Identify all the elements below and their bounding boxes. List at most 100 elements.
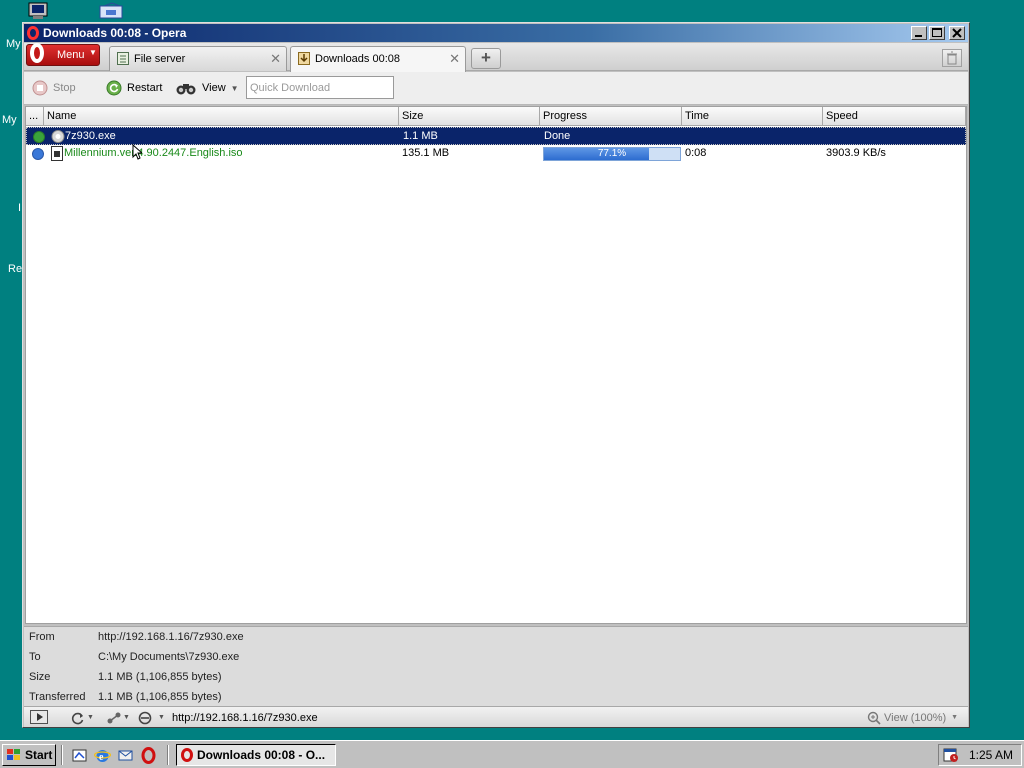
column-header-status[interactable]: ... xyxy=(26,107,44,126)
my-computer-icon[interactable] xyxy=(27,2,49,20)
chevron-down-icon: ▼ xyxy=(230,83,239,93)
trash-icon xyxy=(947,51,957,65)
svg-text:e: e xyxy=(99,752,104,763)
tab-downloads[interactable]: Downloads 00:08 ✕ xyxy=(290,46,466,72)
mouse-cursor-icon xyxy=(132,144,142,160)
minimize-button[interactable] xyxy=(911,26,927,40)
zoom-icon xyxy=(867,711,881,725)
maximize-button[interactable] xyxy=(929,26,945,40)
restart-button[interactable]: Restart xyxy=(106,79,162,97)
view-button[interactable]: View ▼ xyxy=(175,79,239,97)
opera-window: Downloads 00:08 - Opera Menu ▼ File serv… xyxy=(22,22,970,728)
binoculars-icon xyxy=(175,80,197,96)
taskbar-separator xyxy=(167,745,169,765)
task-label: Downloads 00:08 - O... xyxy=(197,748,326,762)
detail-from-value[interactable]: http://192.168.1.16/7z930.exe xyxy=(98,631,244,643)
row-size: 1.1 MB xyxy=(403,130,438,142)
network-icon xyxy=(107,712,121,723)
tab-close-icon[interactable]: ✕ xyxy=(449,51,460,67)
column-header-size[interactable]: Size xyxy=(399,107,540,126)
windows-logo-icon xyxy=(7,749,20,760)
block-button[interactable]: ▼ xyxy=(138,710,165,725)
exe-file-icon xyxy=(51,130,65,143)
progress-bar: 77.1% xyxy=(543,147,681,161)
tab-label: File server xyxy=(134,53,186,65)
opera-menu-button[interactable]: Menu ▼ xyxy=(26,43,100,66)
table-row[interactable]: Millennium.ver.4.90.2447.English.iso 135… xyxy=(26,145,966,163)
taskbar-opera-task[interactable]: Downloads 00:08 - O... xyxy=(176,744,336,766)
column-header-progress[interactable]: Progress xyxy=(540,107,682,126)
detail-size-value: 1.1 MB (1,106,855 bytes) xyxy=(98,671,222,683)
list-header: ... Name Size Progress Time Speed xyxy=(26,107,966,126)
taskbar-separator xyxy=(61,745,63,765)
close-button[interactable] xyxy=(949,26,965,40)
stop-icon xyxy=(32,80,48,96)
status-url: http://192.168.1.16/7z930.exe xyxy=(172,711,318,724)
opera-task-icon xyxy=(181,748,193,762)
trash-button[interactable] xyxy=(942,49,962,67)
chevron-down-icon: ▼ xyxy=(89,48,97,57)
restart-icon xyxy=(106,80,122,96)
page-icon xyxy=(117,52,129,65)
row-time: 0:08 xyxy=(685,147,707,159)
chevron-down-icon: ▼ xyxy=(123,714,130,721)
download-list[interactable]: ... Name Size Progress Time Speed 7z930.… xyxy=(25,106,967,624)
chevron-down-icon: ▼ xyxy=(87,714,94,721)
detail-size-label: Size xyxy=(29,671,51,683)
refresh-icon xyxy=(71,712,84,724)
table-row[interactable]: 7z930.exe 1.1 MB Done xyxy=(26,127,966,145)
column-header-time[interactable]: Time xyxy=(682,107,823,126)
window-title: Downloads 00:08 - Opera xyxy=(43,26,187,40)
opera-logo-icon xyxy=(27,26,39,40)
stop-button[interactable]: Stop xyxy=(32,79,76,97)
detail-transferred-label: Transferred xyxy=(29,691,86,703)
progress-text: 77.1% xyxy=(597,148,627,159)
show-desktop-icon[interactable] xyxy=(71,747,88,764)
panel-toggle-button[interactable] xyxy=(30,710,48,724)
scheduler-tray-icon[interactable] xyxy=(943,747,959,763)
clock[interactable]: 1:25 AM xyxy=(969,748,1013,762)
desktop-label-ie: I xyxy=(18,202,22,214)
row-name: 7z930.exe xyxy=(65,130,116,142)
detail-to-value[interactable]: C:\My Documents\7z930.exe xyxy=(98,651,239,663)
turbo-button[interactable]: ▼ xyxy=(106,710,130,725)
stop-label: Stop xyxy=(53,82,76,94)
desktop-label-my-documents: My xyxy=(2,114,17,126)
internet-explorer-icon[interactable]: e xyxy=(94,747,111,764)
network-icon[interactable] xyxy=(98,2,126,20)
done-check-icon xyxy=(33,131,45,143)
chevron-down-icon: ▼ xyxy=(158,714,165,721)
status-bar: ▼ ▼ ▼ http://192.168.1.16/7z930.exe View… xyxy=(24,706,968,727)
taskbar: Start e Downloads 00:08 - O... 1:25 AM xyxy=(0,740,1024,768)
play-icon xyxy=(37,713,43,721)
new-tab-button[interactable]: + xyxy=(471,48,501,69)
menu-label: Menu xyxy=(57,49,85,61)
title-bar[interactable]: Downloads 00:08 - Opera xyxy=(24,24,968,42)
details-panel: From http://192.168.1.16/7z930.exe To C:… xyxy=(24,626,968,706)
start-label: Start xyxy=(25,748,53,762)
start-button[interactable]: Start xyxy=(2,744,56,766)
tab-bar: Menu ▼ File server ✕ Downloads 00:08 ✕ + xyxy=(24,43,968,72)
outlook-express-icon[interactable] xyxy=(117,747,134,764)
row-progress-text: Done xyxy=(544,130,571,142)
zoom-control[interactable]: View (100%) ▼ xyxy=(867,710,958,725)
opera-menu-icon xyxy=(30,43,44,63)
fast-forward-button[interactable]: ▼ xyxy=(70,710,94,725)
chevron-down-icon: ▼ xyxy=(951,714,959,721)
quick-download-input[interactable] xyxy=(246,76,394,99)
downloads-icon xyxy=(298,52,310,65)
column-header-speed[interactable]: Speed xyxy=(823,107,966,126)
tab-label: Downloads 00:08 xyxy=(315,53,401,65)
toolbar: Stop Restart View ▼ xyxy=(24,72,968,105)
row-speed: 3903.9 KB/s xyxy=(826,147,886,159)
row-size: 135.1 MB xyxy=(402,147,450,159)
opera-quicklaunch-icon[interactable] xyxy=(140,747,157,764)
tab-close-icon[interactable]: ✕ xyxy=(270,51,281,67)
tab-file-server[interactable]: File server ✕ xyxy=(109,46,287,71)
detail-to-label: To xyxy=(29,651,41,663)
iso-file-icon xyxy=(51,146,63,161)
desktop-label-my-computer: My xyxy=(6,38,21,50)
column-header-name[interactable]: Name xyxy=(44,107,399,126)
zoom-label: View (100%) xyxy=(884,711,947,724)
detail-from-label: From xyxy=(29,631,55,643)
